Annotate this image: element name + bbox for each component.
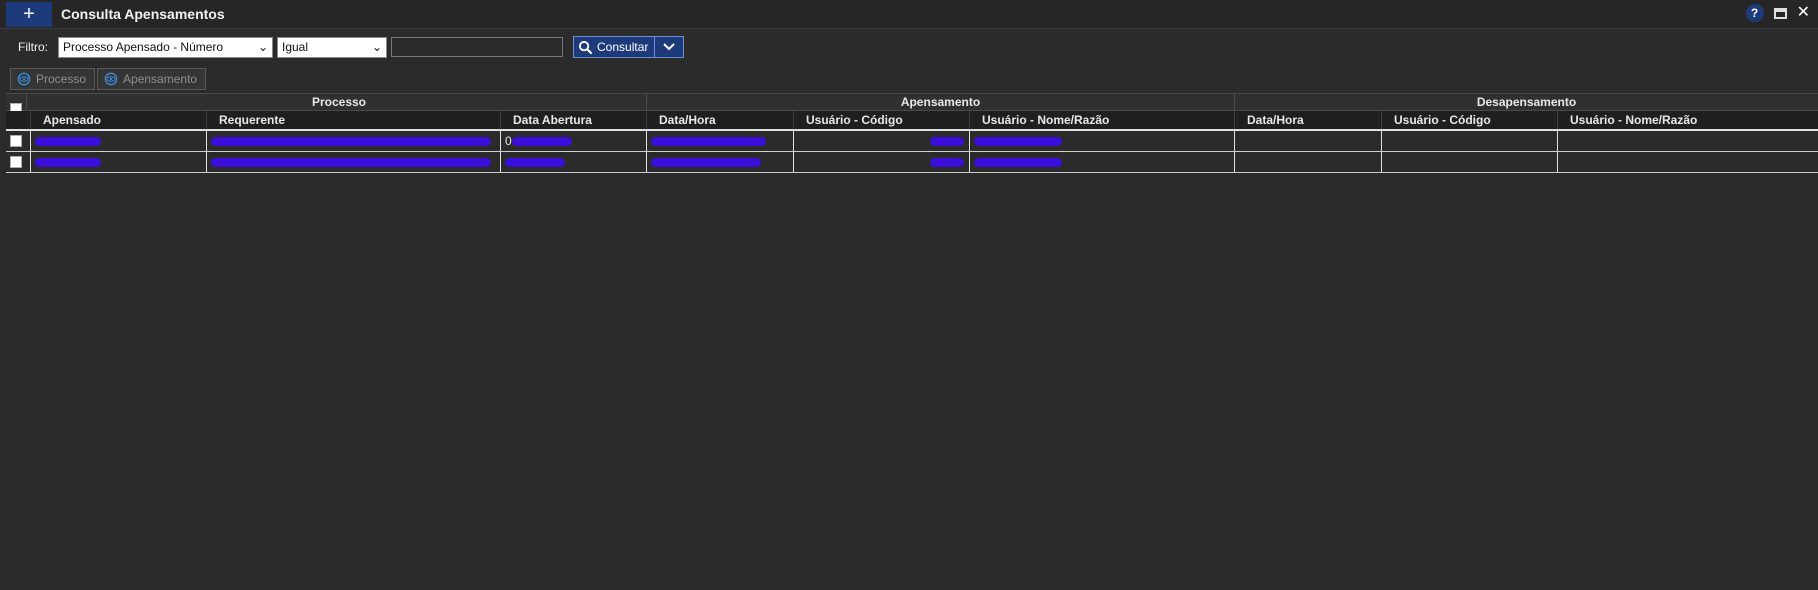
table-row[interactable]: 0 [6,131,1818,152]
filter-field-select[interactable]: Processo Apensado - Número ⌄ [58,36,273,58]
filter-field-value: Processo Apensado - Número [63,39,224,54]
results-grid: Processo Apensamento Desapensamento Apen… [6,93,1818,173]
column-header-ap-usuario-codigo[interactable]: Usuário - Código [793,111,969,129]
cell-requerente [206,152,500,172]
eye-icon [104,72,118,86]
cell-ap-usuario-nome [969,131,1234,151]
row-checkbox[interactable] [10,156,22,168]
group-apensamento: Apensamento [646,94,1234,110]
search-icon [578,40,593,54]
column-header-ap-data-hora[interactable]: Data/Hora [646,111,793,129]
cell-apensado [30,131,206,151]
tab-apensamento-label: Apensamento [123,72,198,86]
cell-ap-usuario-codigo [793,152,969,172]
cell-apensado [30,152,206,172]
add-button[interactable]: + [6,2,52,27]
grid-group-header: Processo Apensamento Desapensamento [6,93,1818,115]
cell-ap-data-hora [646,152,793,172]
cell-de-usuario-nome [1557,131,1818,151]
filter-bar: Filtro: Processo Apensado - Número ⌄ Igu… [18,36,685,58]
window-controls: ? ✕ [1745,4,1810,22]
column-header-de-usuario-nome[interactable]: Usuário - Nome/Razão [1557,111,1818,129]
chevron-down-icon: ⌄ [257,39,268,54]
grid-column-header: Apensado Requerente Data Abertura Data/H… [6,111,1818,131]
column-header-ap-usuario-nome[interactable]: Usuário - Nome/Razão [969,111,1234,129]
maximize-icon[interactable] [1773,7,1787,19]
eye-icon [17,72,31,86]
cell-data-abertura-text: 0 [505,134,512,148]
cell-data-abertura [500,152,646,172]
filter-operator-select[interactable]: Igual ⌄ [277,36,387,58]
chevron-down-icon [663,43,676,51]
filter-label: Filtro: [18,40,48,54]
view-tabs: Processo Apensamento [10,68,207,90]
column-header-requerente[interactable]: Requerente [206,111,500,129]
chevron-down-icon: ⌄ [371,39,382,54]
row-checkbox[interactable] [10,135,22,147]
cell-ap-data-hora [646,131,793,151]
page-title: Consulta Apensamentos [61,6,225,22]
tab-apensamento[interactable]: Apensamento [97,68,207,90]
close-button[interactable]: ✕ [1797,5,1810,21]
column-header-de-usuario-codigo[interactable]: Usuário - Código [1381,111,1557,129]
cell-ap-usuario-codigo [793,131,969,151]
group-processo: Processo [26,94,651,110]
column-header-de-data-hora[interactable]: Data/Hora [1234,111,1381,129]
cell-data-abertura: 0 [500,131,646,151]
cell-requerente [206,131,500,151]
help-button[interactable]: ? [1745,4,1764,22]
tab-processo[interactable]: Processo [10,68,96,90]
cell-de-data-hora [1234,152,1381,172]
consultar-dropdown-button[interactable] [654,37,683,57]
cell-de-data-hora [1234,131,1381,151]
filter-value-input[interactable] [391,37,563,57]
title-bar: + Consulta Apensamentos ? ✕ [0,0,1818,29]
consultar-label: Consultar [597,40,649,54]
group-desapensamento: Desapensamento [1234,94,1818,110]
column-header-apensado[interactable]: Apensado [30,111,206,129]
cell-de-usuario-nome [1557,152,1818,172]
column-header-data-abertura[interactable]: Data Abertura [500,111,646,129]
tab-processo-label: Processo [36,72,87,86]
cell-ap-usuario-nome [969,152,1234,172]
cell-de-usuario-codigo [1381,152,1557,172]
consultar-button[interactable]: Consultar [573,36,685,58]
table-row[interactable] [6,152,1818,173]
cell-de-usuario-codigo [1381,131,1557,151]
filter-operator-value: Igual [282,39,309,54]
